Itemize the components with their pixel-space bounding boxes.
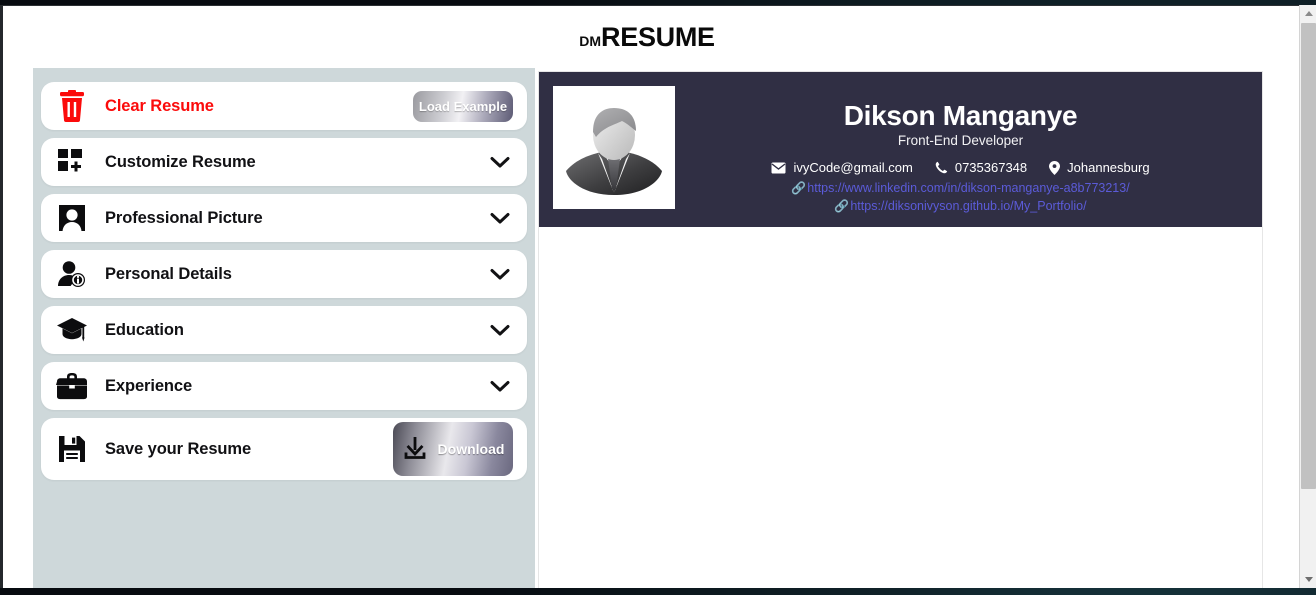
floppy-disk-icon — [55, 432, 89, 466]
site-header: DM RESUME — [3, 6, 1291, 68]
trash-icon — [55, 89, 89, 123]
portfolio-url: https://diksonivyson.github.io/My_Portfo… — [850, 199, 1087, 214]
chevron-down-icon[interactable] — [487, 205, 513, 231]
sidebar-item-label: Professional Picture — [105, 208, 263, 227]
download-button[interactable]: Download — [393, 422, 513, 476]
sidebar-item-save-resume[interactable]: Save your Resume Download — [41, 418, 527, 480]
contact-email-value: ivyCode@gmail.com — [793, 160, 913, 176]
link-icon: 🔗 — [791, 181, 807, 196]
chevron-down-icon[interactable] — [487, 373, 513, 399]
chevron-down-icon[interactable] — [487, 317, 513, 343]
sidebar-item-education[interactable]: Education — [41, 306, 527, 354]
contact-email[interactable]: ivyCode@gmail.com — [771, 160, 913, 176]
sidebar-item-personal-details[interactable]: Personal Details — [41, 250, 527, 298]
resume-document: Dikson Manganye Front-End Developer ivyC… — [538, 71, 1263, 588]
envelope-icon — [771, 162, 786, 174]
sidebar-item-label: Education — [105, 320, 184, 339]
page-scrollbar[interactable] — [1299, 5, 1316, 588]
sidebar-item-label: Customize Resume — [105, 152, 256, 171]
portrait-icon — [55, 201, 89, 235]
contact-location[interactable]: Johannesburg — [1049, 160, 1150, 176]
app-logo[interactable]: DM RESUME — [579, 22, 715, 53]
briefcase-icon — [55, 369, 89, 403]
grid-plus-icon — [55, 145, 89, 179]
scroll-up-arrow[interactable] — [1300, 5, 1316, 22]
sidebar-item-label: Experience — [105, 376, 193, 395]
location-pin-icon — [1049, 160, 1061, 175]
sidebar-item-label: Clear Resume — [105, 96, 214, 115]
phone-icon — [935, 161, 948, 174]
link-icon: 🔗 — [834, 199, 850, 214]
download-button-label: Download — [437, 441, 505, 457]
resume-builder-page: DM RESUME Clear Resume Load Example Cust… — [3, 6, 1291, 588]
user-info-icon — [55, 257, 89, 291]
browser-viewport: DM RESUME Clear Resume Load Example Cust… — [0, 5, 1308, 588]
resume-preview-area: Dikson Manganye Front-End Developer ivyC… — [535, 68, 1291, 588]
resume-identity: Dikson Manganye Front-End Developer ivyC… — [675, 86, 1246, 216]
sidebar-item-customize-resume[interactable]: Customize Resume — [41, 138, 527, 186]
resume-name: Dikson Manganye — [843, 100, 1078, 131]
download-icon — [402, 435, 428, 464]
resume-contact-row: ivyCode@gmail.com 0735367348 Johannesbur… — [675, 160, 1246, 175]
resume-links: 🔗https://www.linkedin.com/in/dikson-mang… — [675, 180, 1246, 216]
resume-body-empty — [539, 227, 1262, 588]
load-example-button[interactable]: Load Example — [413, 90, 513, 122]
chevron-down-icon[interactable] — [487, 149, 513, 175]
linkedin-link[interactable]: 🔗https://www.linkedin.com/in/dikson-mang… — [675, 180, 1246, 198]
brand-prefix: DM — [579, 32, 602, 49]
sidebar-item-experience[interactable]: Experience — [41, 362, 527, 410]
chevron-down-icon[interactable] — [487, 261, 513, 287]
editor-sidebar: Clear Resume Load Example Customize Resu… — [33, 68, 535, 588]
graduation-cap-icon — [55, 313, 89, 347]
scroll-down-arrow[interactable] — [1300, 571, 1316, 588]
sidebar-item-clear-resume[interactable]: Clear Resume Load Example — [41, 82, 527, 130]
contact-location-value: Johannesburg — [1067, 160, 1150, 176]
avatar[interactable] — [553, 86, 675, 209]
main-layout: Clear Resume Load Example Customize Resu… — [3, 68, 1291, 588]
sidebar-item-professional-picture[interactable]: Professional Picture — [41, 194, 527, 242]
resume-header: Dikson Manganye Front-End Developer ivyC… — [539, 72, 1262, 227]
sidebar-item-label: Save your Resume — [105, 439, 252, 458]
contact-phone-value: 0735367348 — [954, 160, 1028, 176]
sidebar-item-label: Personal Details — [105, 264, 232, 283]
resume-role: Front-End Developer — [897, 133, 1024, 149]
scrollbar-thumb[interactable] — [1301, 23, 1316, 489]
linkedin-url: https://www.linkedin.com/in/dikson-manga… — [807, 181, 1130, 196]
contact-phone[interactable]: 0735367348 — [935, 160, 1027, 175]
page-title: RESUME — [601, 21, 715, 52]
portfolio-link[interactable]: 🔗https://diksonivyson.github.io/My_Portf… — [675, 198, 1246, 216]
